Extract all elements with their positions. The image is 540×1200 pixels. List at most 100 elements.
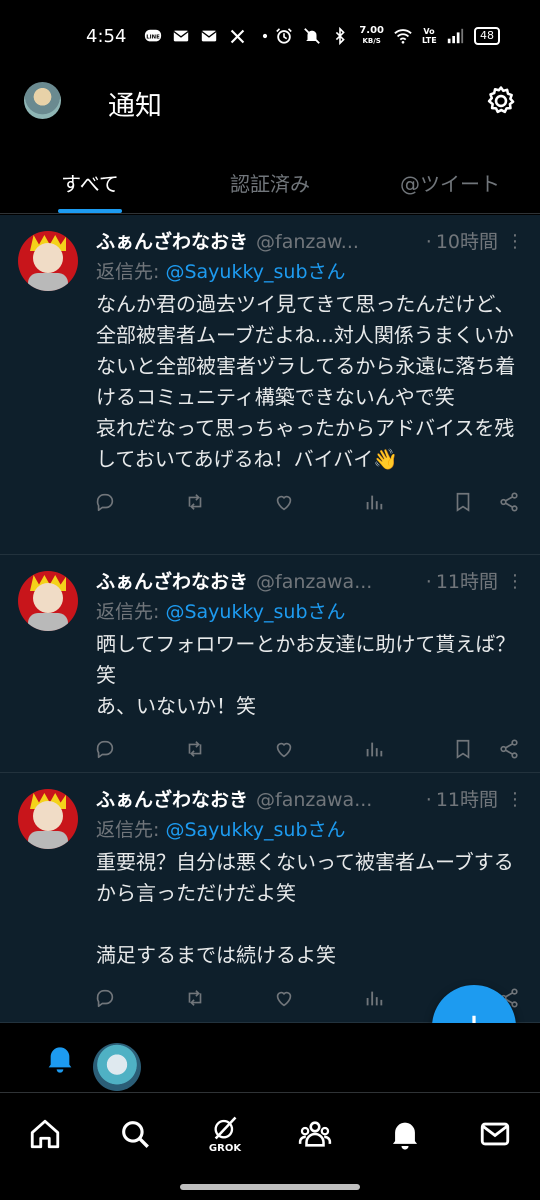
author-handle[interactable]: @fanzawa... [256, 787, 422, 813]
home-icon [30, 1119, 60, 1149]
bookmark-icon[interactable] [450, 736, 476, 762]
share-icon[interactable] [496, 736, 522, 762]
tweet-actions [92, 475, 522, 529]
profile-avatar[interactable] [24, 82, 61, 119]
tweet-header: ふぁんざわなおき @fanzawa... · 11時間 ⋮ [96, 569, 524, 595]
author-name[interactable]: ふぁんざわなおき [96, 229, 248, 255]
reply-mention-link[interactable]: @Sayukky_subさん [165, 261, 345, 283]
tweet-item[interactable]: ふぁんざわなおき @fanzaw... · 10時間 ⋮ 返信先: @Sayuk… [0, 215, 540, 555]
nav-grok[interactable]: GROK [195, 1104, 255, 1164]
like-icon[interactable] [271, 985, 297, 1011]
tweet-time: 11時間 [435, 789, 498, 811]
alarm-icon [275, 27, 293, 45]
status-time: 4:54 [86, 25, 127, 47]
separator-dot: · [425, 571, 432, 593]
separator-dot: · [425, 231, 432, 253]
status-bar: 4:54 LINE 7.00 KB/S Vo LTE 48 [0, 0, 540, 72]
author-avatar[interactable] [18, 789, 78, 849]
communities-icon [298, 1121, 332, 1147]
author-avatar[interactable] [18, 571, 78, 631]
bluetooth-icon [331, 27, 349, 45]
bookmark-icon[interactable] [450, 489, 476, 515]
mail-icon [172, 27, 190, 45]
notification-tabs: すべて 認証済み @ツイート [0, 146, 540, 214]
like-icon[interactable] [271, 489, 297, 515]
views-icon[interactable] [361, 736, 387, 762]
nav-search[interactable] [105, 1104, 165, 1164]
nav-home[interactable] [15, 1104, 75, 1164]
separator-dot: · [425, 789, 432, 811]
reply-mention-link[interactable]: @Sayukky_subさん [165, 601, 345, 623]
grok-icon [214, 1116, 237, 1140]
line-icon: LINE [144, 27, 162, 45]
author-handle[interactable]: @fanzaw... [256, 229, 422, 255]
tweet-item[interactable]: ふぁんざわなおき @fanzawa... · 11時間 ⋮ 返信先: @Sayu… [0, 773, 540, 1023]
tweet-time: 11時間 [435, 571, 498, 593]
notifications-bell-icon[interactable] [44, 1041, 76, 1075]
tweet-header: ふぁんざわなおき @fanzawa... · 11時間 ⋮ [96, 787, 524, 813]
more-options-icon[interactable]: ⋮ [498, 569, 524, 595]
more-options-icon[interactable]: ⋮ [498, 787, 524, 813]
reply-prefix: 返信先: [96, 601, 166, 623]
mail-icon [200, 27, 218, 45]
more-options-icon[interactable]: ⋮ [498, 229, 524, 255]
home-indicator[interactable] [180, 1184, 360, 1190]
top-app-bar: 通知 [0, 72, 540, 136]
messages-icon [480, 1122, 510, 1146]
author-name[interactable]: ふぁんざわなおき [96, 787, 248, 813]
account-avatar[interactable] [93, 1043, 141, 1091]
gear-icon[interactable] [484, 84, 518, 118]
x-icon [228, 27, 246, 45]
like-icon[interactable] [271, 736, 297, 762]
reply-prefix: 返信先: [96, 819, 166, 841]
retweet-icon[interactable] [182, 985, 208, 1011]
views-icon[interactable] [361, 489, 387, 515]
author-handle[interactable]: @fanzawa... [256, 569, 422, 595]
account-switcher-strip [0, 1023, 540, 1093]
tweet-text: なんか君の過去ツイ見てきて思ったんだけど、全部被害者ムーブだよね...対人関係う… [96, 292, 516, 471]
status-left: 4:54 LINE [86, 26, 274, 47]
reply-prefix: 返信先: [96, 261, 166, 283]
dot-icon [256, 27, 274, 45]
reply-to-line: 返信先: @Sayukky_subさん [96, 597, 522, 627]
page-title: 通知 [108, 91, 162, 122]
tab-verified[interactable]: 認証済み [180, 146, 360, 213]
net-speed: 7.00 KB/S [359, 26, 384, 46]
retweet-icon[interactable] [182, 489, 208, 515]
author-name[interactable]: ふぁんざわなおき [96, 569, 248, 595]
nav-communities[interactable] [285, 1104, 345, 1164]
reply-mention-link[interactable]: @Sayukky_subさん [165, 819, 345, 841]
tweet-text: 重要視？自分は悪くないって被害者ムーブするから言っただけだよ笑 満足するまでは続… [96, 850, 514, 967]
reply-icon[interactable] [92, 489, 118, 515]
reply-to-line: 返信先: @Sayukky_subさん [96, 815, 522, 845]
nav-messages[interactable] [465, 1104, 525, 1164]
net-speed-value: 7.00 [359, 25, 384, 36]
tweet-text: 晒してフォロワーとかお友達に助けて貰えば？笑 あ、いないか！笑 [96, 632, 516, 718]
views-icon[interactable] [361, 985, 387, 1011]
nav-notifications[interactable] [375, 1104, 435, 1164]
reply-icon[interactable] [92, 985, 118, 1011]
volte-label: Vo LTE [422, 27, 437, 45]
status-right: 7.00 KB/S Vo LTE 48 [275, 26, 500, 46]
tweet-item[interactable]: ふぁんざわなおき @fanzawa... · 11時間 ⋮ 返信先: @Sayu… [0, 555, 540, 773]
tab-mentions[interactable]: @ツイート [360, 146, 540, 213]
reply-icon[interactable] [92, 736, 118, 762]
net-speed-unit: KB/S [362, 37, 381, 45]
notifications-icon [392, 1122, 418, 1150]
battery-indicator: 48 [474, 27, 500, 45]
tweet-time: 10時間 [435, 231, 498, 253]
tweet-header: ふぁんざわなおき @fanzaw... · 10時間 ⋮ [96, 229, 524, 255]
signal-icon [446, 27, 464, 45]
notification-feed[interactable]: ふぁんざわなおき @fanzaw... · 10時間 ⋮ 返信先: @Sayuk… [0, 215, 540, 1023]
tab-all[interactable]: すべて [0, 146, 180, 213]
mute-icon [303, 27, 321, 45]
svg-text:LINE: LINE [147, 34, 161, 40]
search-icon [122, 1121, 149, 1148]
tweet-actions [92, 722, 522, 776]
author-avatar[interactable] [18, 231, 78, 291]
retweet-icon[interactable] [182, 736, 208, 762]
wifi-icon [394, 27, 412, 45]
bottom-navigation: GROK [0, 1094, 540, 1174]
grok-label: GROK [208, 1143, 242, 1154]
share-icon[interactable] [496, 489, 522, 515]
